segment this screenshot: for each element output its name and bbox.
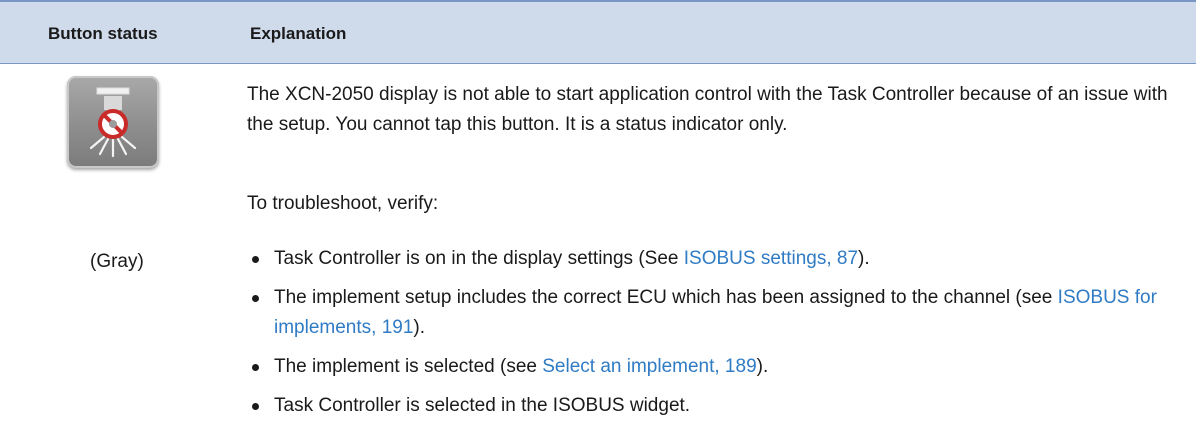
table-header: Button status Explanation	[0, 2, 1196, 64]
status-table: Button status Explanation (Gray) The XCN…	[0, 0, 1196, 438]
troubleshoot-list: Task Controller is on in the display set…	[247, 244, 1187, 430]
button-status-label: (Gray)	[90, 251, 144, 272]
list-item-text-end: ).	[858, 248, 870, 269]
explanation-paragraph: The XCN-2050 display is not able to star…	[247, 84, 1168, 135]
header-explanation: Explanation	[250, 24, 347, 43]
list-item: Task Controller is on in the display set…	[247, 244, 1187, 274]
bullet-icon	[252, 403, 259, 410]
link-isobus-settings[interactable]: ISOBUS settings, 87	[684, 248, 858, 269]
list-item-text: Task Controller is selected in the ISOBU…	[274, 395, 691, 416]
task-controller-disabled-icon	[67, 76, 159, 168]
list-item-text-end: ).	[756, 356, 769, 377]
list-item: The implement is selected (see Select an…	[247, 352, 1187, 382]
list-item: Task Controller is selected in the ISOBU…	[247, 391, 1187, 421]
link-select-an-implement[interactable]: Select an implement, 189	[542, 356, 756, 377]
list-item-text: Task Controller is on in the display set…	[274, 248, 684, 269]
list-item-text-end: ).	[413, 317, 426, 338]
list-item-text: The implement is selected (see	[274, 356, 543, 377]
bullet-icon	[252, 364, 259, 371]
list-item: The implement setup includes the correct…	[247, 283, 1187, 343]
list-item-text: The implement setup includes the correct…	[274, 287, 1058, 308]
troubleshoot-intro: To troubleshoot, verify:	[247, 193, 439, 214]
bullet-icon	[252, 256, 259, 263]
header-button-status: Button status	[48, 24, 158, 43]
bullet-icon	[252, 295, 259, 302]
